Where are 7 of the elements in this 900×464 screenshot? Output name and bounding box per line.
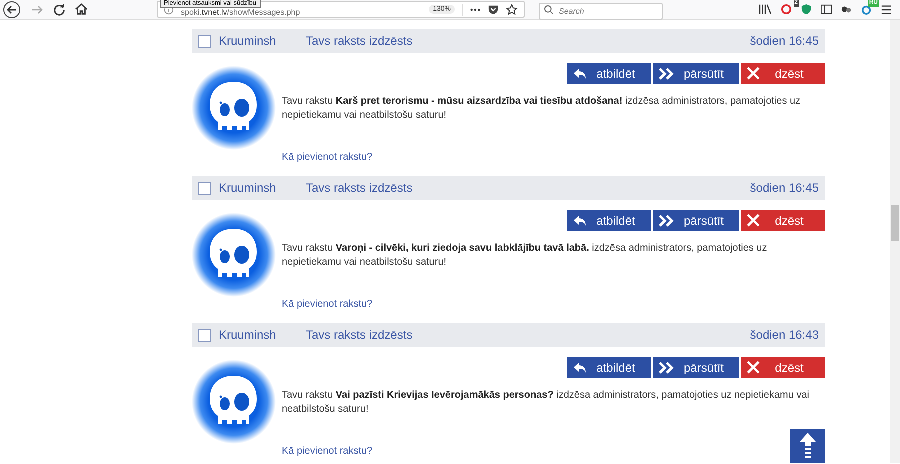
message-time: šodien 16:43 xyxy=(750,328,819,342)
message-text: Tavu rakstu Vai pazīsti Krievijas Ievērojamākās personas? izdzēsa administrators, pamatojoties uz nepietiekamu vai neatbilstošu saturu! xyxy=(282,389,811,417)
url-text: spoki.tvnet.lv/showMessages.php xyxy=(181,8,302,17)
message-time: šodien 16:45 xyxy=(750,34,819,48)
message-text: Tavu rakstu Karš pret terorismu - mūsu aizsardzība vai tiesību atdošana! izdzēsa administrators, pamatojoties uz nepietiekamu vai neatbilstošu saturu! xyxy=(282,95,802,123)
message-text: Tavu rakstu Varoņi - cilvēki, kuri ziedoja savu labklājību tavā labā. izdzēsa administrators, pamatojoties uz nepietiekamu vai neatbilstošu saturu! xyxy=(282,242,768,270)
message-time: šodien 16:45 xyxy=(750,181,819,195)
